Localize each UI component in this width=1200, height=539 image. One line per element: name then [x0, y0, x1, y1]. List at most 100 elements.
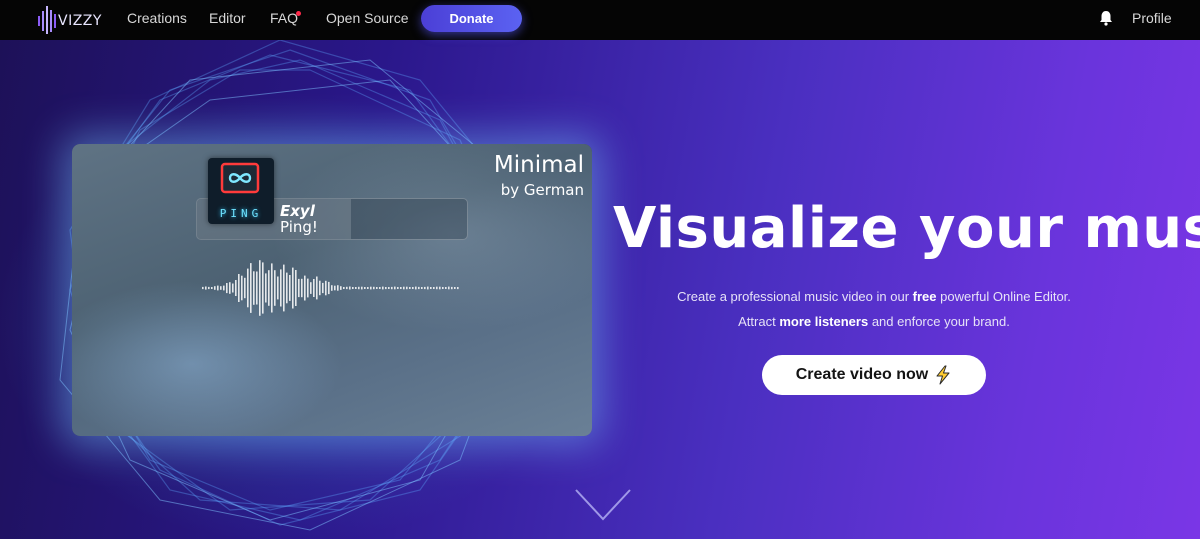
- template-name: Minimal: [493, 152, 584, 178]
- waveform-bar: [442, 287, 444, 289]
- waveform-bar: [217, 285, 219, 291]
- waveform-bar: [202, 286, 204, 290]
- waveform-bar: [445, 287, 447, 289]
- nav-link-profile[interactable]: Profile: [1132, 10, 1172, 26]
- top-nav: VIZZY Creations Editor FAQ Open Source D…: [0, 0, 1200, 40]
- waveform-bar: [328, 281, 330, 295]
- subline-2-post: and enforce your brand.: [868, 314, 1010, 329]
- donate-button[interactable]: Donate: [421, 5, 522, 32]
- waveform-bar: [271, 263, 273, 313]
- visualizer-preview[interactable]: PING Exyl Ping! Minimal by German: [72, 144, 592, 436]
- waveform-bar: [247, 268, 249, 308]
- waveform-bar: [334, 285, 336, 291]
- waveform-bar: [265, 273, 267, 303]
- waveform-bar: [370, 286, 372, 290]
- waveform-bar: [256, 271, 258, 305]
- waveform-bar: [208, 286, 210, 290]
- logo-text: VIZZY: [58, 13, 102, 29]
- waveform-bar: [421, 287, 423, 289]
- waveform-bar: [310, 282, 312, 294]
- nav-link-faq[interactable]: FAQ: [270, 10, 298, 26]
- nav-link-editor[interactable]: Editor: [209, 10, 246, 26]
- waveform-bar: [439, 286, 441, 290]
- waveform-bar: [337, 285, 339, 291]
- waveform-bar: [382, 286, 384, 290]
- waveform-bar: [364, 287, 366, 289]
- subline-2-bold: more listeners: [779, 314, 869, 329]
- waveform-bar: [412, 287, 414, 289]
- waveform-bar: [313, 279, 315, 297]
- logo[interactable]: VIZZY: [36, 4, 106, 36]
- waveform-bar: [298, 278, 300, 298]
- lightning-icon: [936, 365, 950, 385]
- waveform-bar: [400, 287, 402, 289]
- chevron-down-icon[interactable]: [574, 488, 632, 522]
- faq-notification-dot: [296, 11, 301, 16]
- waveform-bar: [409, 287, 411, 289]
- hero-headline: Visualize your music: [613, 196, 1200, 261]
- subline-2-pre: Attract: [738, 314, 780, 329]
- waveform-bar: [361, 286, 363, 290]
- waveform-bar: [289, 275, 291, 301]
- waveform-bar: [331, 285, 333, 291]
- waveform-bar: [397, 287, 399, 289]
- waveform-bar: [430, 287, 432, 289]
- waveform-bar: [385, 287, 387, 290]
- waveform-bar: [244, 277, 246, 299]
- waveform-bar: [205, 286, 207, 290]
- waveform-bar: [253, 271, 255, 305]
- waveform-bar: [301, 278, 303, 298]
- waveform-bar: [427, 286, 429, 290]
- waveform-bar: [358, 286, 360, 290]
- template-author: by German: [500, 181, 584, 199]
- subline-1-bold: free: [912, 289, 937, 304]
- waveform-bar: [232, 283, 234, 293]
- waveform-bar: [259, 260, 261, 316]
- waveform-bar: [223, 285, 225, 291]
- waveform-bar: [274, 270, 276, 306]
- waveform-bar: [346, 286, 348, 290]
- waveform-bar: [406, 286, 408, 290]
- hero-section: PING Exyl Ping! Minimal by German Visual…: [0, 40, 1200, 539]
- waveform-bar: [292, 267, 294, 309]
- waveform-bar: [280, 269, 282, 307]
- waveform-bar: [415, 286, 417, 290]
- waveform-bar: [304, 275, 306, 301]
- subline-1-pre: Create a professional music video in our: [677, 289, 913, 304]
- cover-art-label: PING: [219, 207, 263, 220]
- waveform-bar: [379, 287, 381, 289]
- waveform-bar: [376, 287, 378, 289]
- nav-link-open-source[interactable]: Open Source: [326, 10, 409, 26]
- waveform-bar: [214, 286, 216, 290]
- hero-subline-1: Create a professional music video in our…: [582, 289, 1166, 307]
- audio-waveform: [202, 260, 459, 316]
- waveform-bar: [241, 275, 243, 301]
- waveform-bar: [403, 286, 405, 290]
- waveform-bar: [394, 286, 396, 290]
- waveform-bar: [262, 262, 264, 314]
- track-name: Ping!: [280, 218, 318, 236]
- waveform-bar: [325, 280, 327, 296]
- waveform-bar: [250, 263, 252, 313]
- waveform-bar: [295, 270, 297, 306]
- waveform-bar: [451, 286, 453, 290]
- nav-link-creations[interactable]: Creations: [127, 10, 187, 26]
- waveform-bar: [211, 287, 213, 289]
- waveform-bar: [340, 286, 342, 290]
- create-video-button[interactable]: Create video now: [762, 355, 986, 395]
- waveform-bar: [343, 287, 345, 289]
- cover-art: PING: [208, 158, 274, 224]
- waveform-bar: [433, 287, 435, 289]
- waveform-bar: [355, 287, 357, 289]
- waveform-bar: [316, 276, 318, 300]
- hero-subline-2: Attract more listeners and enforce your …: [582, 314, 1166, 332]
- bell-icon[interactable]: [1099, 10, 1113, 26]
- waveform-bar: [457, 287, 459, 290]
- waveform-bar: [235, 280, 237, 296]
- waveform-bar: [391, 286, 393, 290]
- waveform-bar: [388, 287, 390, 289]
- waveform-bar: [373, 286, 375, 290]
- waveform-bar: [436, 286, 438, 290]
- waveform-bar: [424, 286, 426, 290]
- waveform-bar: [226, 283, 228, 294]
